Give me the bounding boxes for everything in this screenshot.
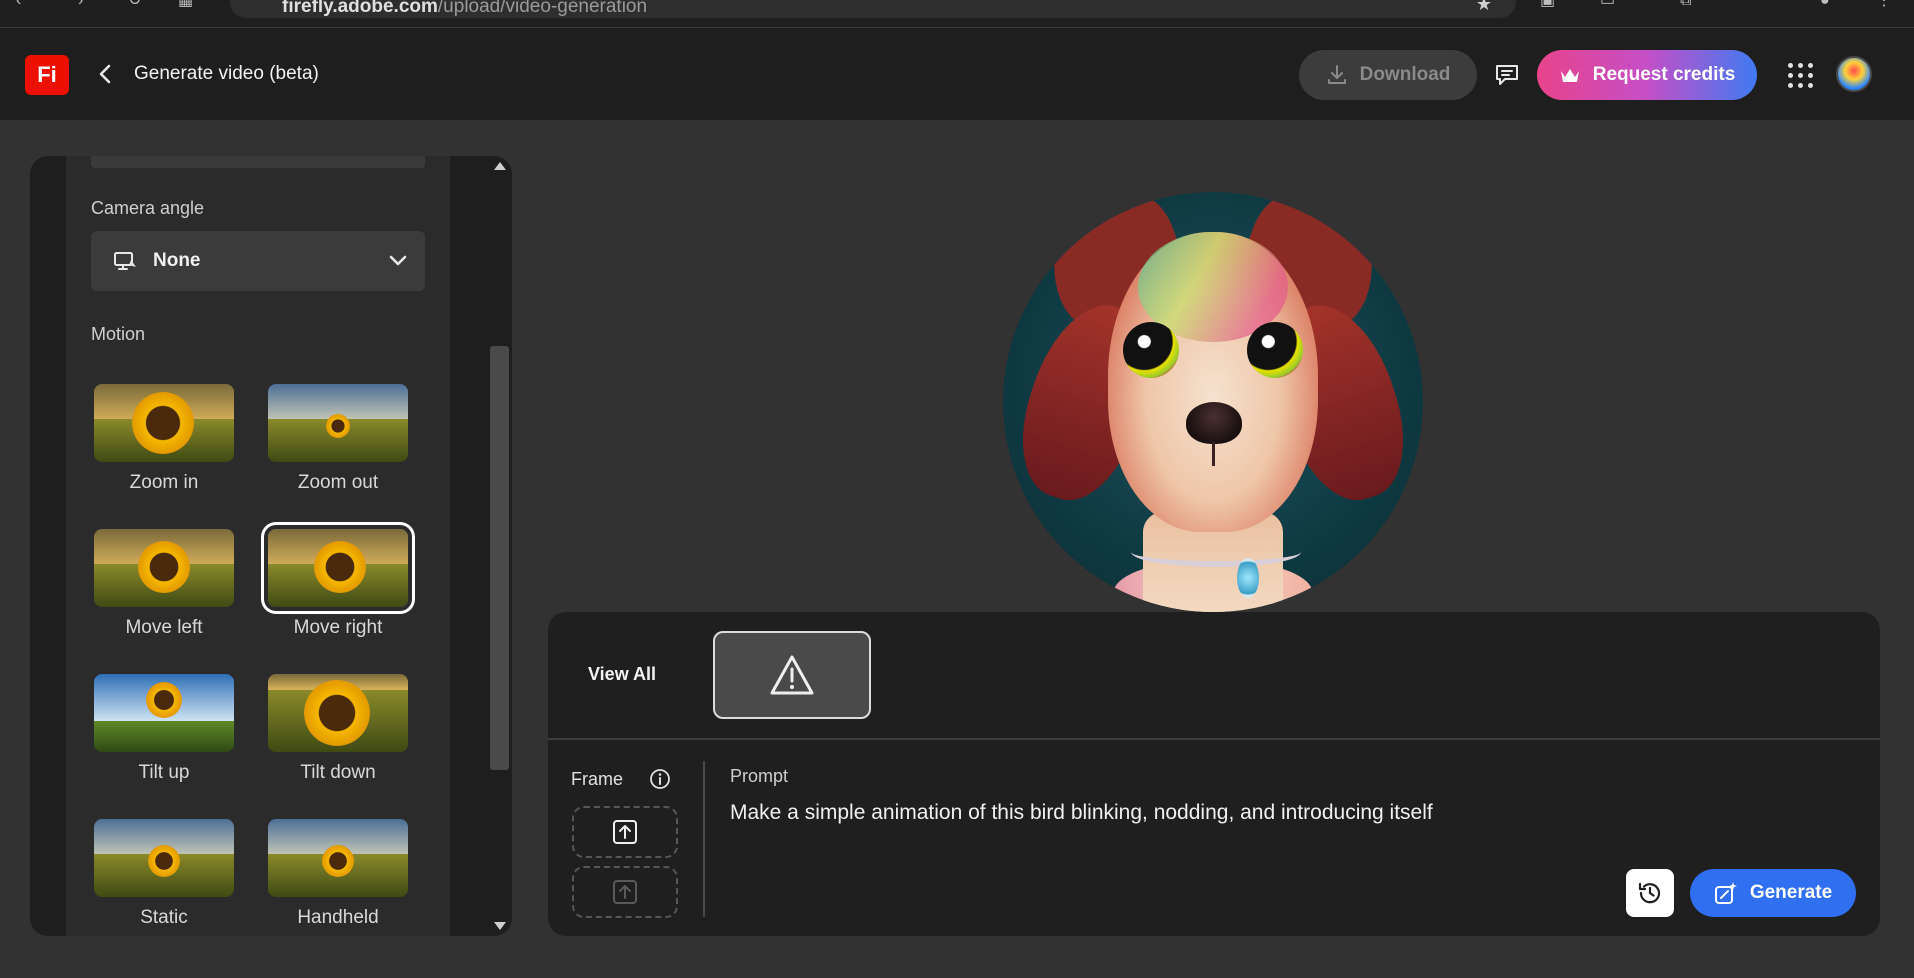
address-url: firefly.adobe.com/upload/video-generatio… xyxy=(282,0,648,17)
reference-image-preview xyxy=(1003,192,1423,612)
history-icon xyxy=(1638,882,1661,904)
chevron-down-icon xyxy=(389,255,407,266)
camera-angle-value: None xyxy=(153,250,201,271)
settings-panel: Camera angle None Motion Zoom in Zoom ou… xyxy=(30,156,512,936)
motion-option-label: Move left xyxy=(125,617,203,638)
download-button[interactable]: Download xyxy=(1299,50,1477,100)
scroll-down-arrow-icon[interactable] xyxy=(494,922,506,930)
request-credits-button[interactable]: Request credits xyxy=(1537,50,1757,100)
browser-toolbar: ‹ › ↻ ▦ firefly.adobe.com/upload/video-g… xyxy=(0,0,1914,28)
motion-option-move-right[interactable]: Move right xyxy=(266,529,410,639)
motion-option-label: Tilt down xyxy=(300,762,376,783)
upload-icon xyxy=(613,820,637,844)
motion-option-tilt-up[interactable]: Tilt up xyxy=(92,674,236,784)
chevron-left-icon xyxy=(99,64,111,84)
motion-option-label: Static xyxy=(140,907,188,928)
generate-button[interactable]: Generate xyxy=(1690,869,1856,917)
info-icon[interactable] xyxy=(649,768,671,790)
warning-icon xyxy=(770,655,814,695)
bookmark-star-icon[interactable]: ★ xyxy=(1476,0,1492,15)
browser-tab-icon[interactable]: ▭ xyxy=(1600,0,1620,9)
view-all-button[interactable]: View All xyxy=(588,664,656,685)
frame-prompt-divider xyxy=(703,761,705,917)
settings-scrollbar[interactable] xyxy=(487,156,512,936)
browser-profile-icon[interactable]: ● xyxy=(1820,0,1840,9)
browser-forward-icon[interactable]: › xyxy=(78,0,98,9)
generation-result-card[interactable] xyxy=(713,631,871,719)
motion-option-label: Handheld xyxy=(297,907,379,928)
motion-thumbnail xyxy=(268,384,408,462)
motion-option-label: Tilt up xyxy=(138,762,190,783)
firefly-logo[interactable]: Fi xyxy=(25,55,69,95)
motion-option-label: Move right xyxy=(293,617,383,638)
motion-option-zoom-in[interactable]: Zoom in xyxy=(92,384,236,494)
browser-extension-icon[interactable]: ▣ xyxy=(1540,0,1560,9)
previous-setting-control[interactable] xyxy=(91,156,425,168)
motion-option-handheld[interactable]: Handheld xyxy=(266,819,410,929)
motion-thumbnail xyxy=(94,529,234,607)
back-button[interactable] xyxy=(92,61,118,87)
camera-angle-label: Camera angle xyxy=(91,198,205,218)
motion-option-zoom-out[interactable]: Zoom out xyxy=(266,384,410,494)
app-header: Fi Generate video (beta) Download Reques… xyxy=(0,28,1914,120)
browser-reload-icon[interactable]: ↻ xyxy=(128,0,148,9)
settings-panel-content: Camera angle None Motion Zoom in Zoom ou… xyxy=(66,156,450,936)
apps-grid-button[interactable] xyxy=(1785,60,1815,90)
camera-angle-select[interactable]: None xyxy=(91,231,425,291)
motion-option-static[interactable]: Static xyxy=(92,819,236,929)
motion-thumbnail xyxy=(94,819,234,897)
motion-thumbnail xyxy=(94,384,234,462)
feedback-button[interactable] xyxy=(1492,60,1522,90)
scroll-up-arrow-icon[interactable] xyxy=(494,162,506,170)
scrollbar-thumb[interactable] xyxy=(490,346,509,770)
history-button[interactable] xyxy=(1626,869,1674,917)
download-label: Download xyxy=(1359,64,1451,85)
browser-apps-icon[interactable]: ▦ xyxy=(178,0,198,9)
motion-thumbnail xyxy=(94,674,234,752)
camera-angle-icon xyxy=(113,250,139,272)
last-frame-upload-slot[interactable] xyxy=(572,866,678,918)
motion-option-move-left[interactable]: Move left xyxy=(92,529,236,639)
motion-thumbnail xyxy=(268,674,408,752)
address-bar[interactable]: firefly.adobe.com/upload/video-generatio… xyxy=(230,0,1516,18)
request-credits-label: Request credits xyxy=(1592,64,1736,85)
motion-label: Motion xyxy=(91,324,146,344)
browser-back-icon[interactable]: ‹ xyxy=(16,0,36,9)
prompt-panel: View All Frame Prompt Make a simple anim… xyxy=(548,612,1880,936)
prompt-label: Prompt xyxy=(730,766,789,786)
motion-option-label: Zoom out xyxy=(297,472,379,493)
motion-thumbnail xyxy=(268,819,408,897)
frame-label: Frame xyxy=(571,769,624,789)
upload-icon xyxy=(613,880,637,904)
panel-divider xyxy=(548,738,1880,740)
prompt-input[interactable]: Make a simple animation of this bird bli… xyxy=(730,801,1433,825)
motion-option-label: Zoom in xyxy=(129,472,199,493)
first-frame-upload-slot[interactable] xyxy=(572,806,678,858)
motion-option-tilt-down[interactable]: Tilt down xyxy=(266,674,410,784)
generate-sparkle-icon xyxy=(1714,882,1737,904)
user-avatar[interactable] xyxy=(1836,56,1872,92)
crown-icon xyxy=(1560,69,1579,82)
motion-thumbnail-selected xyxy=(268,529,408,607)
page-title: Generate video (beta) xyxy=(134,63,319,84)
browser-extensions-puzzle-icon[interactable]: ⧉ xyxy=(1680,0,1700,9)
browser-menu-icon[interactable]: ⋮ xyxy=(1876,0,1896,9)
download-icon xyxy=(1327,65,1346,84)
generate-label: Generate xyxy=(1749,882,1833,903)
chat-bubble-icon xyxy=(1496,65,1518,85)
